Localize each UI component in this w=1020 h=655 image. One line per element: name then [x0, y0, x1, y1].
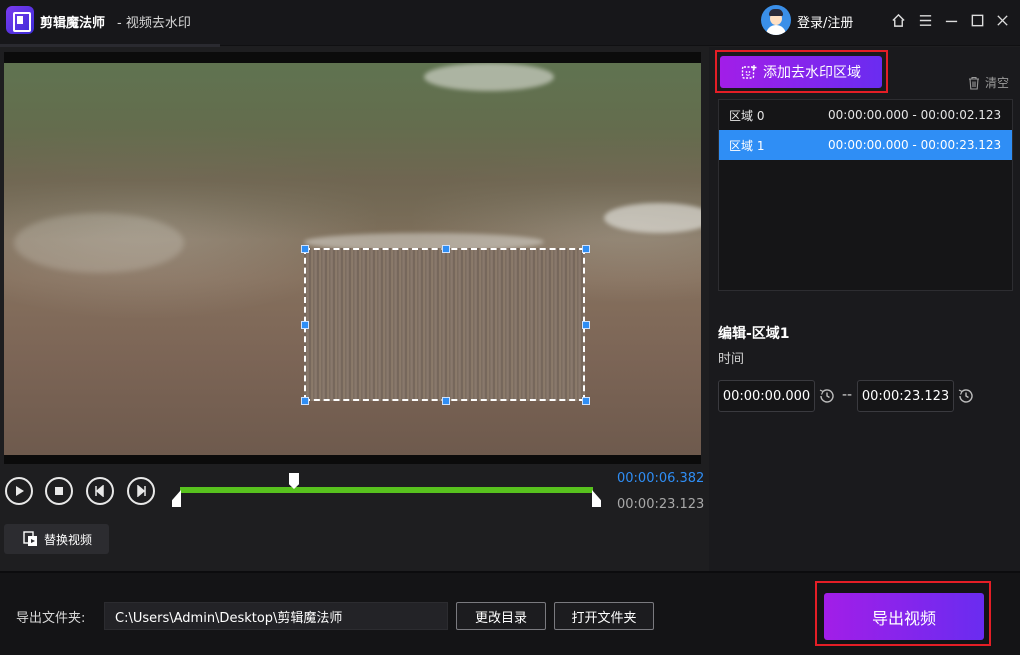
- menu-icon[interactable]: [915, 10, 935, 30]
- region-name: 区域 0: [729, 108, 765, 123]
- current-time: 00:00:06.382: [617, 471, 705, 486]
- total-time: 00:00:23.123: [617, 497, 705, 512]
- video-preview: [4, 52, 701, 464]
- replace-video-icon: [23, 531, 37, 546]
- maximize-icon[interactable]: [967, 10, 987, 30]
- region-time-range: 00:00:00.000 - 00:00:23.123: [828, 138, 1002, 152]
- region-name: 区域 1: [729, 138, 765, 153]
- timeline-track[interactable]: [180, 487, 593, 493]
- add-region-icon: [741, 65, 757, 79]
- resize-handle[interactable]: [442, 397, 450, 405]
- watermark-selection-box[interactable]: [301, 245, 590, 405]
- trim-start-handle[interactable]: [172, 490, 181, 507]
- resize-handle[interactable]: [582, 397, 590, 405]
- play-button[interactable]: [5, 477, 33, 505]
- trash-icon: [969, 76, 979, 90]
- resize-handle[interactable]: [301, 245, 309, 253]
- export-folder-label: 导出文件夹:: [16, 611, 86, 626]
- replace-video-label: 替换视频: [44, 532, 93, 547]
- time-label: 时间: [718, 352, 745, 367]
- login-register-link[interactable]: 登录/注册: [797, 12, 853, 31]
- resize-handle[interactable]: [582, 245, 590, 253]
- home-icon[interactable]: [888, 10, 908, 30]
- export-video-button[interactable]: 导出视频: [824, 593, 984, 640]
- set-start-time-clock-icon[interactable]: [817, 386, 837, 406]
- replace-video-button[interactable]: 替换视频: [4, 524, 109, 554]
- time-range-separator: --: [842, 387, 853, 403]
- start-time-input[interactable]: 00:00:00.000: [718, 380, 815, 412]
- trim-end-handle[interactable]: [592, 490, 601, 507]
- resize-handle[interactable]: [301, 397, 309, 405]
- app-subtitle: - 视频去水印: [117, 16, 191, 31]
- region-list: 区域 0 00:00:00.000 - 00:00:02.123 区域 1 00…: [718, 99, 1013, 291]
- resize-handle[interactable]: [442, 245, 450, 253]
- user-avatar[interactable]: [761, 5, 791, 35]
- end-time-input[interactable]: 00:00:23.123: [857, 380, 954, 412]
- video-frame: [4, 63, 701, 455]
- resize-handle[interactable]: [582, 321, 590, 329]
- minimize-icon[interactable]: [941, 10, 961, 30]
- clear-label: 清空: [985, 76, 1010, 90]
- app-logo-icon: [6, 6, 34, 34]
- stop-button[interactable]: [45, 477, 73, 505]
- app-name: 剪辑魔法师: [40, 16, 106, 31]
- title-bar: 剪辑魔法师 - 视频去水印 登录/注册: [0, 0, 1020, 47]
- add-watermark-region-button[interactable]: 添加去水印区域: [720, 56, 882, 88]
- change-directory-button[interactable]: 更改目录: [456, 602, 546, 630]
- open-folder-button[interactable]: 打开文件夹: [554, 602, 654, 630]
- edit-region-title: 编辑-区域1: [718, 326, 790, 342]
- next-frame-button[interactable]: [127, 477, 155, 505]
- export-folder-path-field[interactable]: C:\Users\Admin\Desktop\剪辑魔法师: [104, 602, 448, 630]
- region-row[interactable]: 区域 0 00:00:00.000 - 00:00:02.123: [719, 100, 1012, 130]
- close-icon[interactable]: [992, 10, 1012, 30]
- resize-handle[interactable]: [301, 321, 309, 329]
- previous-frame-button[interactable]: [86, 477, 114, 505]
- clear-button[interactable]: 清空: [967, 74, 1009, 91]
- add-region-label: 添加去水印区域: [763, 65, 861, 81]
- region-row-selected[interactable]: 区域 1 00:00:00.000 - 00:00:23.123: [719, 130, 1012, 160]
- tab-indicator: [0, 44, 220, 47]
- region-time-range: 00:00:00.000 - 00:00:02.123: [828, 108, 1002, 122]
- set-end-time-clock-icon[interactable]: [956, 386, 976, 406]
